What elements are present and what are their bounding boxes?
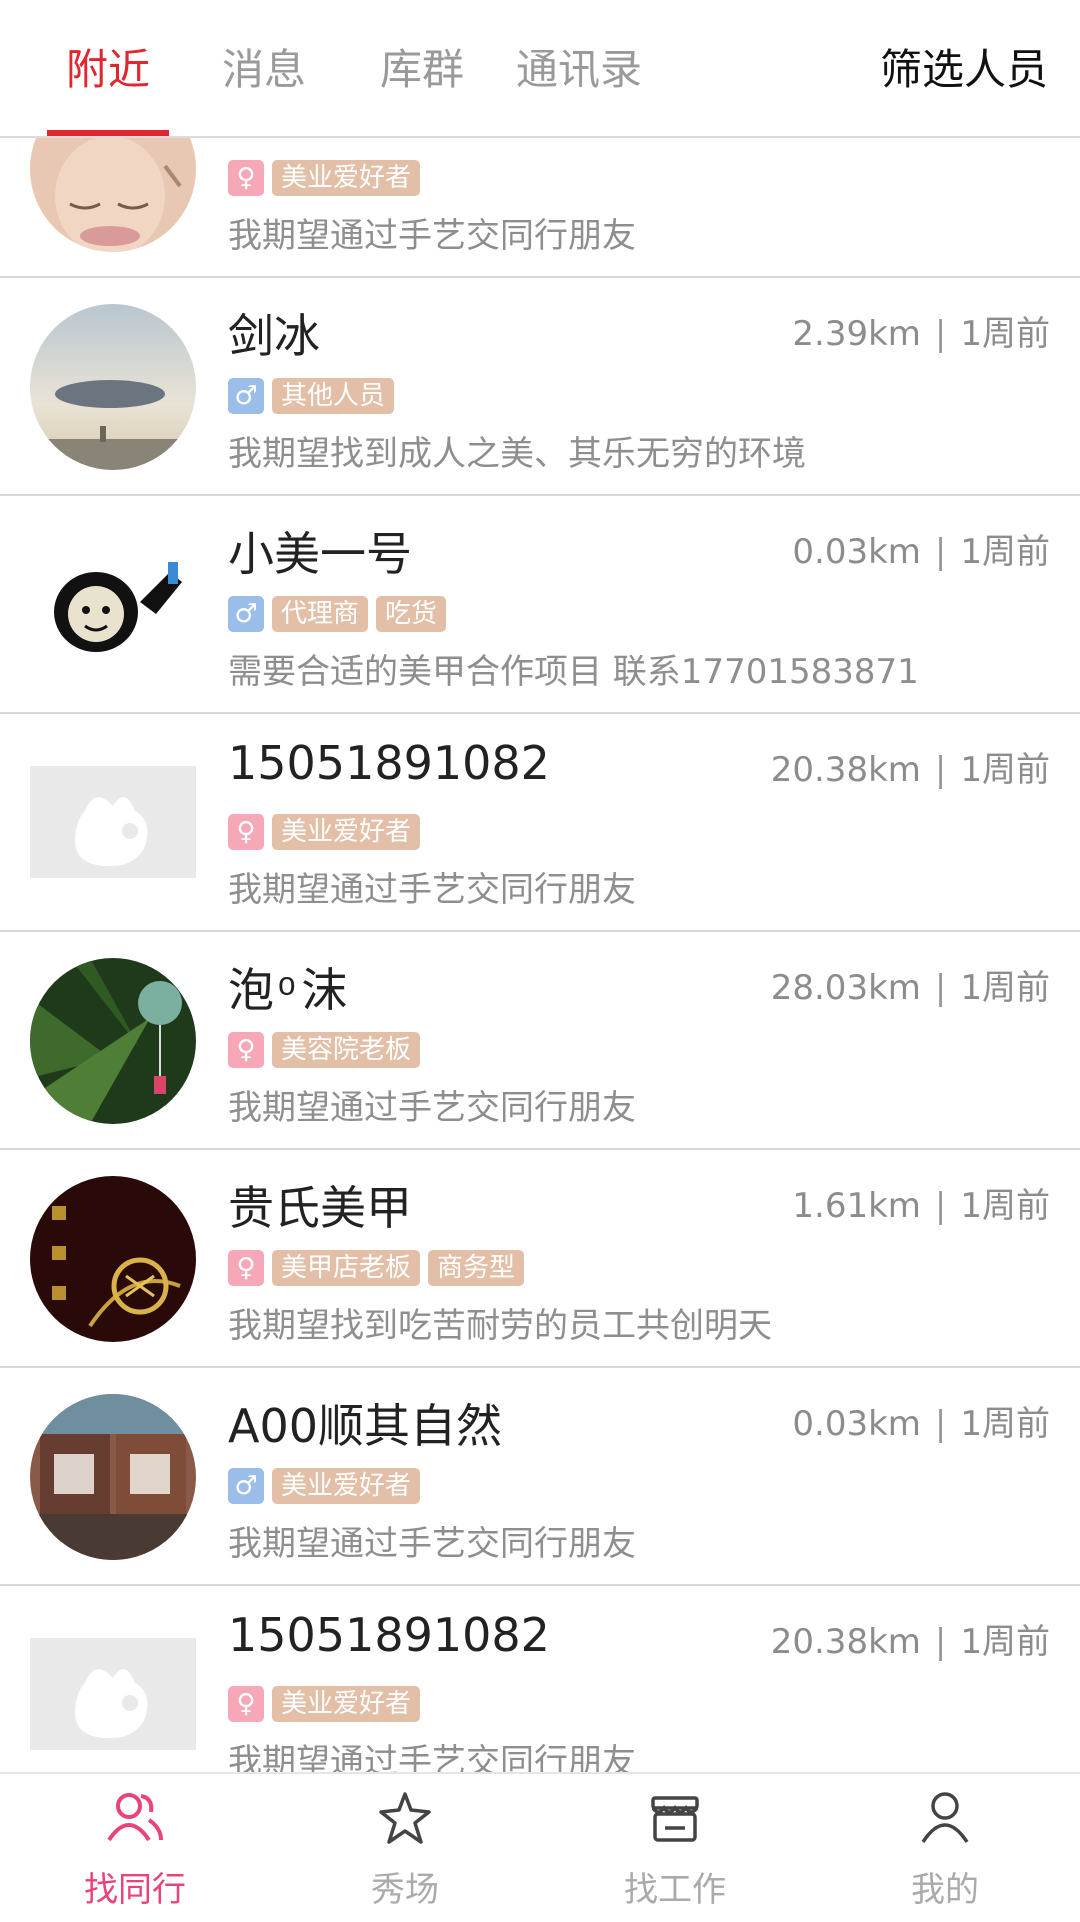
list-item[interactable]: A00顺其自然 0.03km | 1周前 ♂ 美业爱好者 我期望通过手艺交同行朋友	[0, 1368, 1080, 1586]
user-description: 我期望通过手艺交同行朋友	[228, 1088, 636, 1128]
tag-list: ♀ 美业爱好者	[228, 1686, 421, 1722]
nav-label: 找同行	[84, 1870, 186, 1910]
filter-people-button[interactable]: 筛选人员	[880, 40, 1048, 100]
role-tag: 商务型	[428, 1250, 525, 1286]
nearby-people-list[interactable]: ♀ 美业爱好者 我期望通过手艺交同行朋友 剑冰 2.39km | 1周前 ♂ 其他人…	[0, 138, 1080, 1772]
distance-time: 0.03km | 1周前	[792, 532, 1050, 572]
star-icon	[379, 1792, 431, 1844]
role-tag: 美业爱好者	[272, 1686, 421, 1722]
avatar[interactable]	[30, 138, 196, 252]
user-name: 贵氏美甲	[228, 1181, 412, 1235]
user-description: 我期望通过手艺交同行朋友	[228, 216, 636, 256]
user-description: 我期望找到吃苦耐劳的员工共创明天	[228, 1306, 772, 1346]
user-description: 我期望通过手艺交同行朋友	[228, 1742, 636, 1772]
avatar[interactable]	[30, 1176, 196, 1342]
female-icon: ♀	[228, 1686, 264, 1722]
nav-profile[interactable]: 我的	[810, 1774, 1080, 1922]
top-tab-bar: 附近 消息 库群 通讯录 筛选人员	[0, 0, 1080, 138]
user-name: A00顺其自然	[228, 1399, 503, 1453]
male-icon: ♂	[228, 1468, 264, 1504]
tab-contacts[interactable]: 通讯录	[516, 40, 642, 100]
avatar[interactable]	[30, 766, 196, 878]
user-name: 15051891082	[228, 1608, 550, 1662]
avatar[interactable]	[30, 304, 196, 470]
tag-list: ♀ 美容院老板	[228, 1032, 421, 1068]
user-name: 泡 ͦ 沫	[228, 963, 348, 1017]
nav-label: 秀场	[371, 1870, 439, 1910]
user-description: 需要合适的美甲合作项目 联系17701583871	[228, 652, 919, 692]
role-tag: 美业爱好者	[272, 814, 421, 850]
distance-time: 20.38km | 1周前	[770, 750, 1050, 790]
tag-list: ♀ 美业爱好者	[228, 814, 421, 850]
list-item[interactable]: 剑冰 2.39km | 1周前 ♂ 其他人员 我期望找到成人之美、其乐无穷的环境	[0, 278, 1080, 496]
female-icon: ♀	[228, 1250, 264, 1286]
nav-label: 找工作	[624, 1870, 726, 1910]
role-tag: 其他人员	[272, 378, 395, 414]
avatar[interactable]	[30, 1394, 196, 1560]
default-avatar-icon	[30, 1638, 196, 1750]
distance-time: 28.03km | 1周前	[770, 968, 1050, 1008]
tag-list: ♀ 美业爱好者	[228, 160, 421, 196]
user-description: 我期望找到成人之美、其乐无穷的环境	[228, 434, 806, 474]
user-description: 我期望通过手艺交同行朋友	[228, 1524, 636, 1564]
distance-time: 0.03km | 1周前	[792, 1404, 1050, 1444]
role-tag: 吃货	[376, 596, 447, 632]
shop-icon	[651, 1796, 699, 1842]
user-description: 我期望通过手艺交同行朋友	[228, 870, 636, 910]
avatar[interactable]	[30, 958, 196, 1124]
female-icon: ♀	[228, 814, 264, 850]
list-item[interactable]: 贵氏美甲 1.61km | 1周前 ♀ 美甲店老板 商务型 我期望找到吃苦耐劳的员工…	[0, 1150, 1080, 1368]
list-item[interactable]: 15051891082 20.38km | 1周前 ♀ 美业爱好者 我期望通过手艺交…	[0, 1586, 1080, 1772]
active-tab-indicator	[47, 130, 169, 136]
nav-find-peers[interactable]: 找同行	[0, 1774, 270, 1922]
list-item[interactable]: 小美一号 0.03km | 1周前 ♂ 代理商 吃货 需要合适的美甲合作项目 联系1…	[0, 496, 1080, 714]
role-tag: 美甲店老板	[272, 1250, 421, 1286]
list-item[interactable]: 泡 ͦ 沫 28.03km | 1周前 ♀ 美容院老板 我期望通过手艺交同行朋友	[0, 932, 1080, 1150]
tag-list: ♂ 代理商 吃货	[228, 596, 447, 632]
person-icon	[921, 1792, 969, 1843]
tag-list: ♂ 美业爱好者	[228, 1468, 421, 1504]
role-tag: 代理商	[272, 596, 369, 632]
bottom-nav-bar: 找同行 秀场 找工作 我的	[0, 1772, 1080, 1920]
male-icon: ♂	[228, 596, 264, 632]
user-name: 小美一号	[228, 527, 412, 581]
tab-groups[interactable]: 库群	[380, 40, 464, 100]
role-tag: 美业爱好者	[272, 1468, 421, 1504]
nav-showroom[interactable]: 秀场	[270, 1774, 540, 1922]
female-icon: ♀	[228, 160, 264, 196]
nav-find-job[interactable]: 找工作	[540, 1774, 810, 1922]
user-name: 15051891082	[228, 736, 550, 790]
list-item[interactable]: ♀ 美业爱好者 我期望通过手艺交同行朋友	[0, 138, 1080, 278]
avatar[interactable]	[30, 1638, 196, 1750]
user-name: 剑冰	[228, 309, 320, 363]
people-icon	[107, 1793, 163, 1842]
tag-list: ♀ 美甲店老板 商务型	[228, 1250, 525, 1286]
distance-time: 20.38km | 1周前	[770, 1622, 1050, 1662]
role-tag: 美业爱好者	[272, 160, 421, 196]
distance-time: 1.61km | 1周前	[792, 1186, 1050, 1226]
list-item[interactable]: 15051891082 20.38km | 1周前 ♀ 美业爱好者 我期望通过手艺交…	[0, 714, 1080, 932]
tab-messages[interactable]: 消息	[222, 40, 306, 100]
male-icon: ♂	[228, 378, 264, 414]
role-tag: 美容院老板	[272, 1032, 421, 1068]
tab-nearby[interactable]: 附近	[66, 40, 150, 100]
nav-label: 我的	[911, 1870, 979, 1910]
tag-list: ♂ 其他人员	[228, 378, 395, 414]
avatar[interactable]	[30, 522, 196, 688]
distance-time: 2.39km | 1周前	[792, 314, 1050, 354]
female-icon: ♀	[228, 1032, 264, 1068]
default-avatar-icon	[30, 766, 196, 878]
